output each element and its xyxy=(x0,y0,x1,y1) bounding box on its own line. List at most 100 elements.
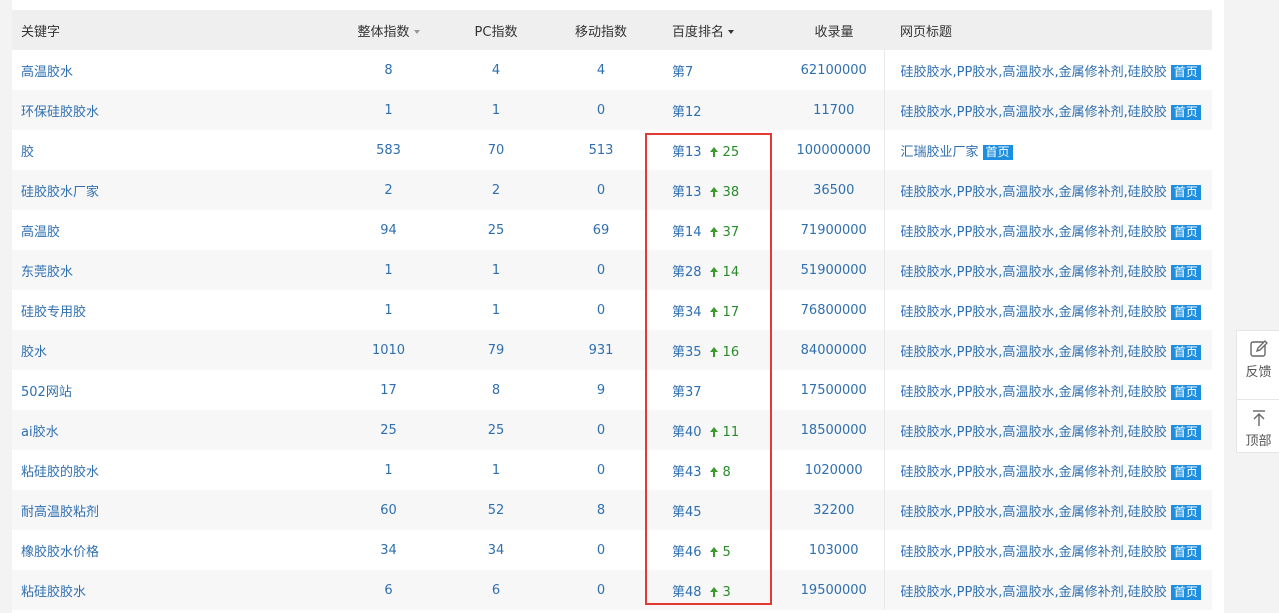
indexed-count-cell[interactable]: 62100000 xyxy=(784,50,884,90)
mobile-index-cell[interactable]: 69 xyxy=(546,210,656,250)
pc-index-cell[interactable]: 1 xyxy=(446,290,546,330)
indexed-count-cell[interactable]: 76800000 xyxy=(784,290,884,330)
pc-index-cell[interactable]: 52 xyxy=(446,490,546,530)
mobile-index-cell[interactable]: 0 xyxy=(546,570,656,610)
mobile-index-cell[interactable]: 9 xyxy=(546,370,656,410)
page-title-link[interactable]: 硅胶胶水,PP胶水,高温胶水,金属修补剂,硅胶胶 首页 xyxy=(883,530,1212,570)
home-badge[interactable]: 首页 xyxy=(1170,504,1201,520)
home-badge[interactable]: 首页 xyxy=(1170,424,1201,440)
keyword-link[interactable]: 502网站 xyxy=(12,370,331,410)
keyword-link[interactable]: 高温胶 xyxy=(12,210,331,250)
page-title-link[interactable]: 汇瑞胶业厂家 首页 xyxy=(883,130,1212,170)
pc-index-cell[interactable]: 1 xyxy=(446,450,546,490)
rank-cell[interactable]: 第7 xyxy=(656,50,784,90)
mobile-index-cell[interactable]: 0 xyxy=(546,290,656,330)
rank-cell[interactable]: 第14 37 xyxy=(656,210,784,250)
overall-index-cell[interactable]: 1 xyxy=(331,450,446,490)
mobile-index-cell[interactable]: 0 xyxy=(546,250,656,290)
home-badge[interactable]: 首页 xyxy=(1170,264,1201,280)
rank-cell[interactable]: 第28 14 xyxy=(656,250,784,290)
home-badge[interactable]: 首页 xyxy=(1170,464,1201,480)
indexed-count-cell[interactable]: 32200 xyxy=(784,490,884,530)
pc-index-cell[interactable]: 6 xyxy=(446,570,546,610)
mobile-index-cell[interactable]: 0 xyxy=(546,450,656,490)
overall-index-cell[interactable]: 60 xyxy=(331,490,446,530)
keyword-link[interactable]: 硅胶专用胶 xyxy=(12,290,331,330)
mobile-index-cell[interactable]: 513 xyxy=(546,130,656,170)
overall-index-cell[interactable]: 583 xyxy=(331,130,446,170)
pc-index-cell[interactable]: 70 xyxy=(446,130,546,170)
rank-cell[interactable]: 第43 8 xyxy=(656,450,784,490)
rank-cell[interactable]: 第37 xyxy=(656,370,784,410)
indexed-count-cell[interactable]: 84000000 xyxy=(784,330,884,370)
col-overall[interactable]: 整体指数 xyxy=(331,10,446,50)
feedback-button[interactable]: 反馈 xyxy=(1237,339,1279,399)
mobile-index-cell[interactable]: 931 xyxy=(546,330,656,370)
home-badge[interactable]: 首页 xyxy=(1170,104,1201,120)
keyword-link[interactable]: 耐高温胶粘剂 xyxy=(12,490,331,530)
home-badge[interactable]: 首页 xyxy=(982,144,1013,160)
pc-index-cell[interactable]: 1 xyxy=(446,90,546,130)
overall-index-cell[interactable]: 1 xyxy=(331,90,446,130)
keyword-link[interactable]: 橡胶胶水价格 xyxy=(12,530,331,570)
indexed-count-cell[interactable]: 100000000 xyxy=(784,130,884,170)
indexed-count-cell[interactable]: 36500 xyxy=(784,170,884,210)
overall-index-cell[interactable]: 17 xyxy=(331,370,446,410)
indexed-count-cell[interactable]: 1020000 xyxy=(784,450,884,490)
overall-index-cell[interactable]: 34 xyxy=(331,530,446,570)
page-title-link[interactable]: 硅胶胶水,PP胶水,高温胶水,金属修补剂,硅胶胶 首页 xyxy=(883,330,1212,370)
page-title-link[interactable]: 硅胶胶水,PP胶水,高温胶水,金属修补剂,硅胶胶 首页 xyxy=(883,570,1212,610)
home-badge[interactable]: 首页 xyxy=(1170,64,1201,80)
indexed-count-cell[interactable]: 18500000 xyxy=(784,410,884,450)
sort-down-icon[interactable] xyxy=(728,30,735,34)
mobile-index-cell[interactable]: 0 xyxy=(546,90,656,130)
keyword-link[interactable]: 粘硅胶的胶水 xyxy=(12,450,331,490)
mobile-index-cell[interactable]: 8 xyxy=(546,490,656,530)
page-title-link[interactable]: 硅胶胶水,PP胶水,高温胶水,金属修补剂,硅胶胶 首页 xyxy=(883,450,1212,490)
overall-index-cell[interactable]: 1010 xyxy=(331,330,446,370)
mobile-index-cell[interactable]: 4 xyxy=(546,50,656,90)
keyword-link[interactable]: 胶水 xyxy=(12,330,331,370)
page-title-link[interactable]: 硅胶胶水,PP胶水,高温胶水,金属修补剂,硅胶胶 首页 xyxy=(883,490,1212,530)
page-title-link[interactable]: 硅胶胶水,PP胶水,高温胶水,金属修补剂,硅胶胶 首页 xyxy=(883,90,1212,130)
rank-cell[interactable]: 第34 17 xyxy=(656,290,784,330)
page-title-link[interactable]: 硅胶胶水,PP胶水,高温胶水,金属修补剂,硅胶胶 首页 xyxy=(883,410,1212,450)
keyword-link[interactable]: 高温胶水 xyxy=(12,50,331,90)
pc-index-cell[interactable]: 8 xyxy=(446,370,546,410)
keyword-link[interactable]: ai胶水 xyxy=(12,410,331,450)
rank-cell[interactable]: 第40 11 xyxy=(656,410,784,450)
pc-index-cell[interactable]: 4 xyxy=(446,50,546,90)
back-to-top-button[interactable]: 顶部 xyxy=(1237,399,1279,460)
page-title-link[interactable]: 硅胶胶水,PP胶水,高温胶水,金属修补剂,硅胶胶 首页 xyxy=(883,290,1212,330)
overall-index-cell[interactable]: 8 xyxy=(331,50,446,90)
rank-cell[interactable]: 第48 3 xyxy=(656,570,784,610)
rank-cell[interactable]: 第13 38 xyxy=(656,170,784,210)
overall-index-cell[interactable]: 1 xyxy=(331,250,446,290)
pc-index-cell[interactable]: 1 xyxy=(446,250,546,290)
page-title-link[interactable]: 硅胶胶水,PP胶水,高温胶水,金属修补剂,硅胶胶 首页 xyxy=(883,250,1212,290)
overall-index-cell[interactable]: 1 xyxy=(331,290,446,330)
mobile-index-cell[interactable]: 0 xyxy=(546,170,656,210)
home-badge[interactable]: 首页 xyxy=(1170,344,1201,360)
page-title-link[interactable]: 硅胶胶水,PP胶水,高温胶水,金属修补剂,硅胶胶 首页 xyxy=(883,50,1212,90)
keyword-link[interactable]: 硅胶胶水厂家 xyxy=(12,170,331,210)
keyword-link[interactable]: 环保硅胶胶水 xyxy=(12,90,331,130)
home-badge[interactable]: 首页 xyxy=(1170,304,1201,320)
rank-cell[interactable]: 第45 xyxy=(656,490,784,530)
home-badge[interactable]: 首页 xyxy=(1170,584,1201,600)
keyword-link[interactable]: 胶 xyxy=(12,130,331,170)
sort-down-icon[interactable] xyxy=(413,30,420,34)
indexed-count-cell[interactable]: 103000 xyxy=(784,530,884,570)
indexed-count-cell[interactable]: 71900000 xyxy=(784,210,884,250)
col-rank[interactable]: 百度排名 xyxy=(656,10,784,50)
keyword-link[interactable]: 东莞胶水 xyxy=(12,250,331,290)
overall-index-cell[interactable]: 25 xyxy=(331,410,446,450)
indexed-count-cell[interactable]: 17500000 xyxy=(784,370,884,410)
indexed-count-cell[interactable]: 11700 xyxy=(784,90,884,130)
home-badge[interactable]: 首页 xyxy=(1170,224,1201,240)
home-badge[interactable]: 首页 xyxy=(1170,384,1201,400)
rank-cell[interactable]: 第12 xyxy=(656,90,784,130)
home-badge[interactable]: 首页 xyxy=(1170,544,1201,560)
pc-index-cell[interactable]: 79 xyxy=(446,330,546,370)
rank-cell[interactable]: 第13 25 xyxy=(656,130,784,170)
